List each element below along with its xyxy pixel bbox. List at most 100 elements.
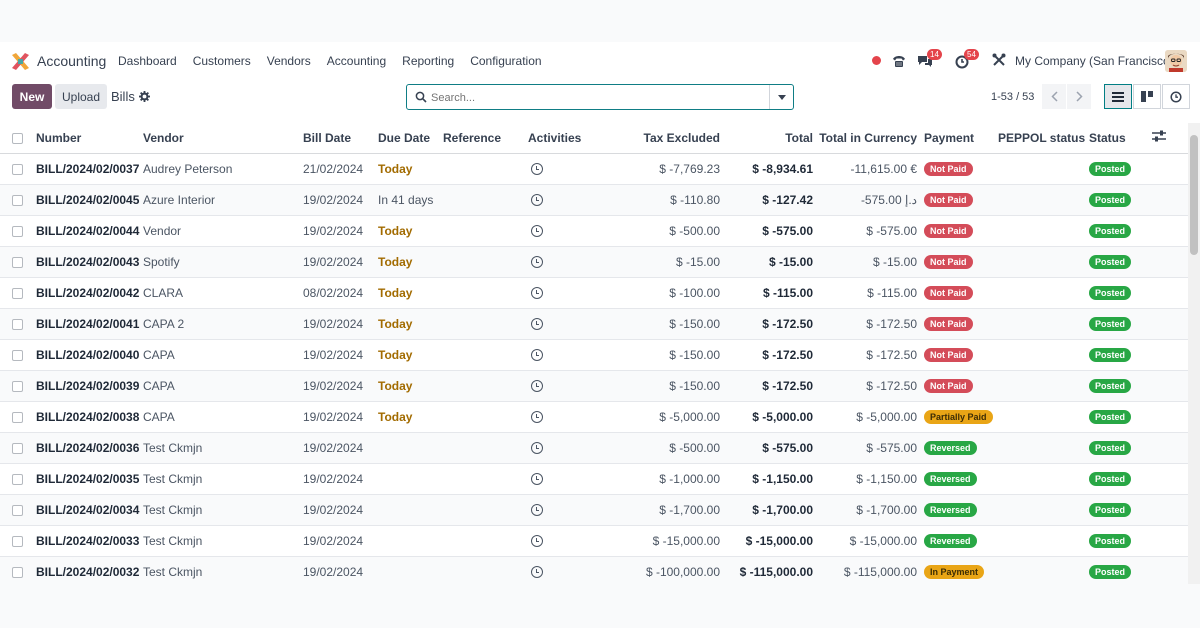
table-row[interactable]: BILL/2024/02/0041 CAPA 2 19/02/2024 Today $ … bbox=[0, 308, 1188, 340]
row-checkbox[interactable] bbox=[12, 287, 23, 299]
menu-item-vendors[interactable]: Vendors bbox=[267, 54, 311, 68]
activity-view-button[interactable] bbox=[1162, 84, 1190, 109]
row-checkbox[interactable] bbox=[12, 163, 23, 175]
table-row[interactable]: BILL/2024/02/0039 CAPA 19/02/2024 Today $ -1… bbox=[0, 370, 1188, 402]
row-checkbox[interactable] bbox=[12, 256, 23, 268]
pager-value[interactable]: 1-53 / 53 bbox=[991, 91, 1034, 103]
scrollbar-thumb[interactable] bbox=[1190, 135, 1198, 255]
activity-clock-icon[interactable] bbox=[531, 442, 543, 455]
optional-columns-toggle[interactable] bbox=[1152, 123, 1188, 154]
table-row[interactable]: BILL/2024/02/0035 Test Ckmjn 19/02/2024 $ -… bbox=[0, 463, 1188, 495]
col-peppol-status[interactable]: PEPPOL status bbox=[998, 123, 1089, 154]
row-checkbox[interactable] bbox=[12, 380, 23, 392]
table-row[interactable]: BILL/2024/02/0040 CAPA 19/02/2024 Today $ -1… bbox=[0, 339, 1188, 371]
phone-icon[interactable] bbox=[891, 53, 907, 69]
search-input[interactable] bbox=[431, 89, 761, 106]
table-row[interactable]: BILL/2024/02/0043 Spotify 19/02/2024 Today $… bbox=[0, 246, 1188, 278]
table-row[interactable]: BILL/2024/02/0042 CLARA 08/02/2024 Today $ -… bbox=[0, 277, 1188, 309]
company-switcher[interactable]: My Company (San Francisco) bbox=[1015, 54, 1174, 68]
table-row[interactable]: BILL/2024/02/0036 Test Ckmjn 19/02/2024 $ -… bbox=[0, 432, 1188, 464]
table-row[interactable]: BILL/2024/02/0032 Test Ckmjn 19/02/2024 $ -… bbox=[0, 556, 1188, 584]
row-checkbox[interactable] bbox=[12, 442, 23, 454]
upload-button[interactable]: Upload bbox=[55, 84, 107, 109]
activities-button[interactable]: 54 bbox=[955, 49, 979, 69]
activity-clock-icon[interactable] bbox=[531, 318, 543, 331]
table-row[interactable]: BILL/2024/02/0033 Test Ckmjn 19/02/2024 $ -… bbox=[0, 525, 1188, 557]
activity-clock-icon[interactable] bbox=[531, 380, 543, 393]
bill-number[interactable]: BILL/2024/02/0045 bbox=[36, 184, 143, 216]
bill-number[interactable]: BILL/2024/02/0033 bbox=[36, 525, 143, 557]
bill-number[interactable]: BILL/2024/02/0044 bbox=[36, 215, 143, 247]
user-avatar[interactable] bbox=[1165, 50, 1187, 72]
pager-previous-button[interactable] bbox=[1042, 84, 1066, 109]
activity-clock-icon[interactable] bbox=[531, 411, 543, 424]
bill-number[interactable]: BILL/2024/02/0034 bbox=[36, 494, 143, 526]
bill-number[interactable]: BILL/2024/02/0041 bbox=[36, 308, 143, 340]
row-checkbox[interactable] bbox=[12, 566, 23, 578]
list-view-button[interactable] bbox=[1104, 84, 1132, 109]
accounting-app-icon[interactable] bbox=[12, 53, 29, 70]
pager-next-button[interactable] bbox=[1067, 84, 1091, 109]
menu-item-accounting[interactable]: Accounting bbox=[327, 54, 386, 68]
row-checkbox[interactable] bbox=[12, 535, 23, 547]
bill-number[interactable]: BILL/2024/02/0043 bbox=[36, 246, 143, 278]
col-activities[interactable]: Activities bbox=[528, 123, 588, 154]
table-row[interactable]: BILL/2024/02/0044 Vendor 19/02/2024 Today $ … bbox=[0, 215, 1188, 247]
col-tax-excluded[interactable]: Tax Excluded bbox=[588, 123, 720, 154]
total-in-currency: $ -115.00 bbox=[813, 277, 917, 309]
col-number[interactable]: Number bbox=[36, 123, 143, 154]
col-vendor[interactable]: Vendor bbox=[143, 123, 303, 154]
bill-number[interactable]: BILL/2024/02/0037 bbox=[36, 153, 143, 185]
col-status[interactable]: Status bbox=[1089, 123, 1152, 154]
menu-item-dashboard[interactable]: Dashboard bbox=[118, 54, 177, 68]
kanban-view-button[interactable] bbox=[1133, 84, 1161, 109]
menu-item-reporting[interactable]: Reporting bbox=[402, 54, 454, 68]
bill-number[interactable]: BILL/2024/02/0035 bbox=[36, 463, 143, 495]
bill-number[interactable]: BILL/2024/02/0038 bbox=[36, 401, 143, 433]
activity-clock-icon[interactable] bbox=[531, 535, 543, 548]
row-checkbox[interactable] bbox=[12, 225, 23, 237]
menu-item-customers[interactable]: Customers bbox=[193, 54, 251, 68]
bill-number[interactable]: BILL/2024/02/0032 bbox=[36, 556, 143, 584]
col-total[interactable]: Total bbox=[720, 123, 813, 154]
row-checkbox[interactable] bbox=[12, 473, 23, 485]
activity-clock-icon[interactable] bbox=[531, 566, 543, 579]
row-checkbox[interactable] bbox=[12, 318, 23, 330]
menu-item-configuration[interactable]: Configuration bbox=[470, 54, 541, 68]
messages-button[interactable]: 14 bbox=[917, 49, 942, 69]
row-checkbox[interactable] bbox=[12, 349, 23, 361]
col-total-in-currency[interactable]: Total in Currency bbox=[813, 123, 917, 154]
table-row[interactable]: BILL/2024/02/0037 Audrey Peterson 21/02/20… bbox=[0, 153, 1188, 185]
app-name[interactable]: Accounting bbox=[37, 53, 106, 69]
activity-cell bbox=[528, 246, 588, 278]
status-dot-icon[interactable] bbox=[872, 56, 881, 65]
activity-clock-icon[interactable] bbox=[531, 473, 543, 486]
select-all-checkbox[interactable] bbox=[12, 133, 23, 145]
activity-clock-icon[interactable] bbox=[531, 194, 543, 207]
activity-clock-icon[interactable] bbox=[531, 256, 543, 269]
gear-icon[interactable] bbox=[139, 91, 150, 102]
row-checkbox[interactable] bbox=[12, 194, 23, 206]
bill-number[interactable]: BILL/2024/02/0040 bbox=[36, 339, 143, 371]
table-row[interactable]: BILL/2024/02/0038 CAPA 19/02/2024 Today $ -5… bbox=[0, 401, 1188, 433]
list-scrollbar[interactable] bbox=[1188, 123, 1200, 584]
bill-number[interactable]: BILL/2024/02/0042 bbox=[36, 277, 143, 309]
row-checkbox[interactable] bbox=[12, 411, 23, 423]
search-options-toggle[interactable] bbox=[769, 85, 793, 109]
table-row[interactable]: BILL/2024/02/0045 Azure Interior 19/02/202… bbox=[0, 184, 1188, 216]
activity-clock-icon[interactable] bbox=[531, 504, 543, 517]
col-reference[interactable]: Reference bbox=[443, 123, 528, 154]
col-payment[interactable]: Payment bbox=[917, 123, 998, 154]
table-row[interactable]: BILL/2024/02/0034 Test Ckmjn 19/02/2024 $ -… bbox=[0, 494, 1188, 526]
col-bill-date[interactable]: Bill Date bbox=[303, 123, 378, 154]
tools-icon[interactable] bbox=[992, 53, 1006, 67]
bill-number[interactable]: BILL/2024/02/0039 bbox=[36, 370, 143, 402]
bill-number[interactable]: BILL/2024/02/0036 bbox=[36, 432, 143, 464]
new-button[interactable]: New bbox=[12, 84, 52, 109]
activity-clock-icon[interactable] bbox=[531, 163, 543, 176]
activity-clock-icon[interactable] bbox=[531, 287, 543, 300]
col-due-date[interactable]: Due Date bbox=[378, 123, 443, 154]
activity-clock-icon[interactable] bbox=[531, 225, 543, 238]
activity-clock-icon[interactable] bbox=[531, 349, 543, 362]
row-checkbox[interactable] bbox=[12, 504, 23, 516]
